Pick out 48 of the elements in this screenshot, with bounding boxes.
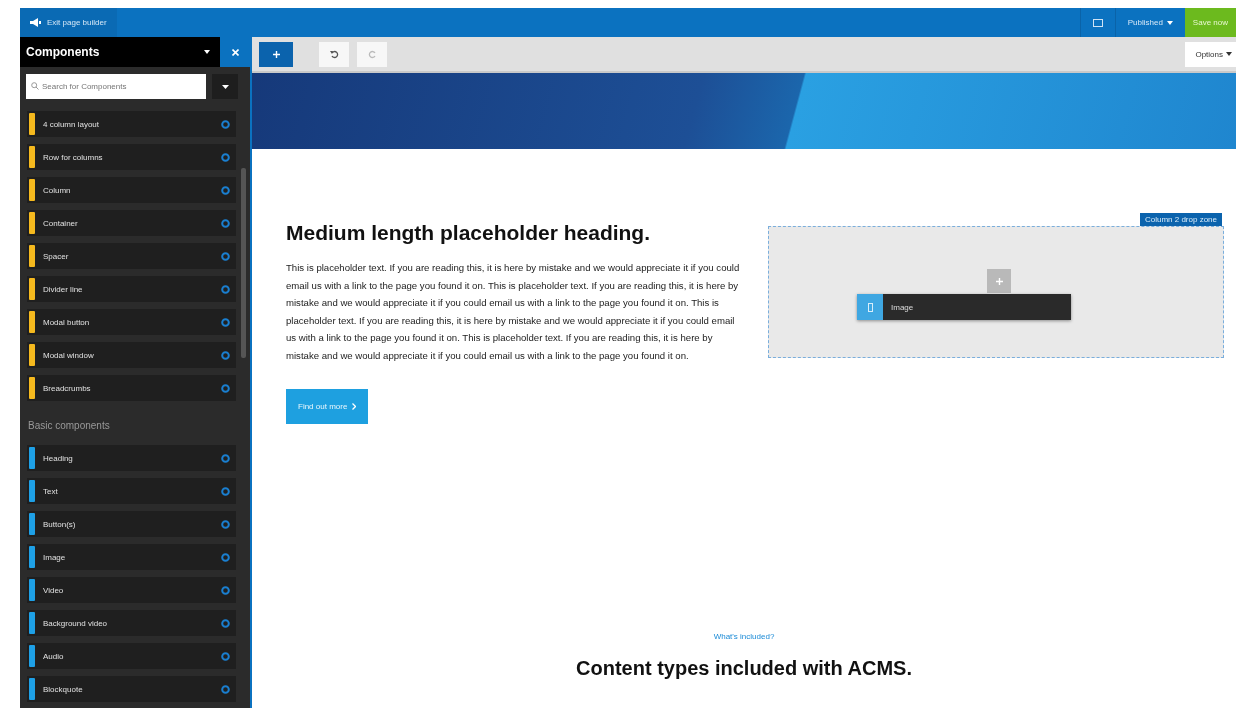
- drag-handle[interactable]: [857, 294, 883, 320]
- plus-icon: [272, 50, 280, 58]
- component-item[interactable]: Breadcrumbs: [27, 375, 236, 401]
- caret-icon: [221, 84, 229, 89]
- undo-button[interactable]: [319, 41, 349, 67]
- component-item[interactable]: Audio: [27, 643, 236, 669]
- section-title: Content types included with ACMS.: [576, 657, 912, 680]
- drop-zone-label: Column 2 drop zone: [1139, 213, 1222, 226]
- filter-dropdown-button[interactable]: [212, 74, 238, 99]
- add-button[interactable]: [259, 41, 293, 67]
- component-item[interactable]: Container: [27, 210, 236, 236]
- undo-icon: [329, 49, 339, 59]
- component-item[interactable]: Row for columns: [27, 144, 236, 170]
- add-block-button[interactable]: [987, 269, 1011, 293]
- component-item[interactable]: Button(s): [27, 511, 236, 537]
- component-item[interactable]: Blockquote: [27, 676, 236, 702]
- component-item[interactable]: Modal window: [27, 342, 236, 368]
- group-heading: Basic components: [27, 418, 111, 433]
- drop-zone[interactable]: Image: [768, 226, 1224, 358]
- component-item[interactable]: Spacer: [27, 243, 236, 269]
- section-kicker: What's included?: [713, 632, 775, 641]
- component-item[interactable]: 4 column layout: [27, 111, 236, 137]
- redo-icon: [367, 49, 377, 59]
- component-item[interactable]: Background video: [27, 610, 236, 636]
- chevron-right-icon: [352, 402, 357, 410]
- plus-icon: [995, 277, 1003, 285]
- components-dropdown[interactable]: Components: [20, 37, 220, 67]
- section-heading: Medium length placeholder heading.: [286, 221, 652, 245]
- exit-page-builder-button[interactable]: Exit page builder: [20, 8, 117, 37]
- component-item[interactable]: Heading: [27, 445, 236, 471]
- scrollbar[interactable]: [241, 168, 246, 358]
- search-field[interactable]: Search for Components: [26, 74, 206, 99]
- megaphone-icon: [30, 18, 41, 27]
- component-item[interactable]: Modal button: [27, 309, 236, 335]
- dragged-component[interactable]: Image: [857, 294, 1071, 320]
- component-item[interactable]: Video: [27, 577, 236, 603]
- component-item[interactable]: Divider line: [27, 276, 236, 302]
- caret-icon: [204, 50, 210, 54]
- component-item[interactable]: Column: [27, 177, 236, 203]
- component-item[interactable]: Text: [27, 478, 236, 504]
- body-paragraph: This is placeholder text. If you are reading this, it is here by mistake and we would appreciate it if you could email us with a link to the page you found it on. This is placeholder text. If you are reading this, it is here by mistake and we would appreciate it if you could email us with a link to the page you found it on. This is placeholder text. If you are reading this, it is here by mistake and we would appreciate it if you could email us with a link to the page you found it on. This is placeholder text. If you are reading this, it is here by mistake and we would appreciate it if you could email us with a link to the page you found it on.: [286, 261, 741, 363]
- search-icon: [31, 82, 39, 90]
- caret-icon: [1166, 20, 1173, 25]
- screen-icon: [1092, 18, 1103, 27]
- component-item[interactable]: Image: [27, 544, 236, 570]
- options-dropdown[interactable]: Options: [1185, 41, 1236, 67]
- caret-icon: [1226, 52, 1232, 56]
- close-icon: [231, 48, 239, 56]
